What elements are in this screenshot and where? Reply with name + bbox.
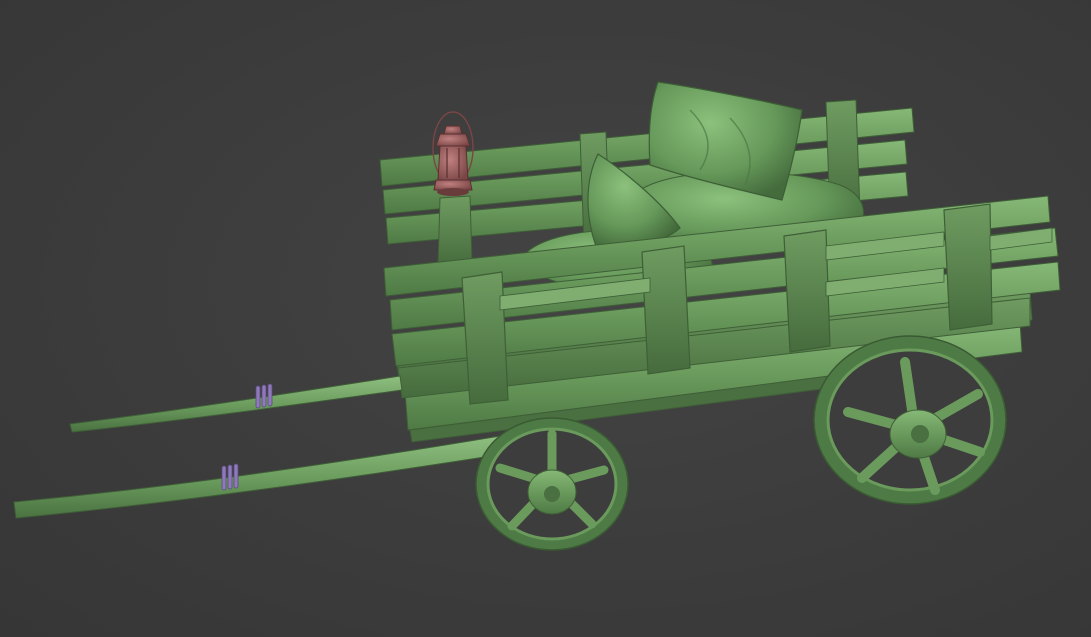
cart-corner-post <box>437 195 473 267</box>
cart-render <box>13 81 1061 551</box>
3d-viewport[interactable] <box>0 0 1091 637</box>
front-wheel <box>475 417 629 551</box>
back-wheel <box>813 335 1007 505</box>
